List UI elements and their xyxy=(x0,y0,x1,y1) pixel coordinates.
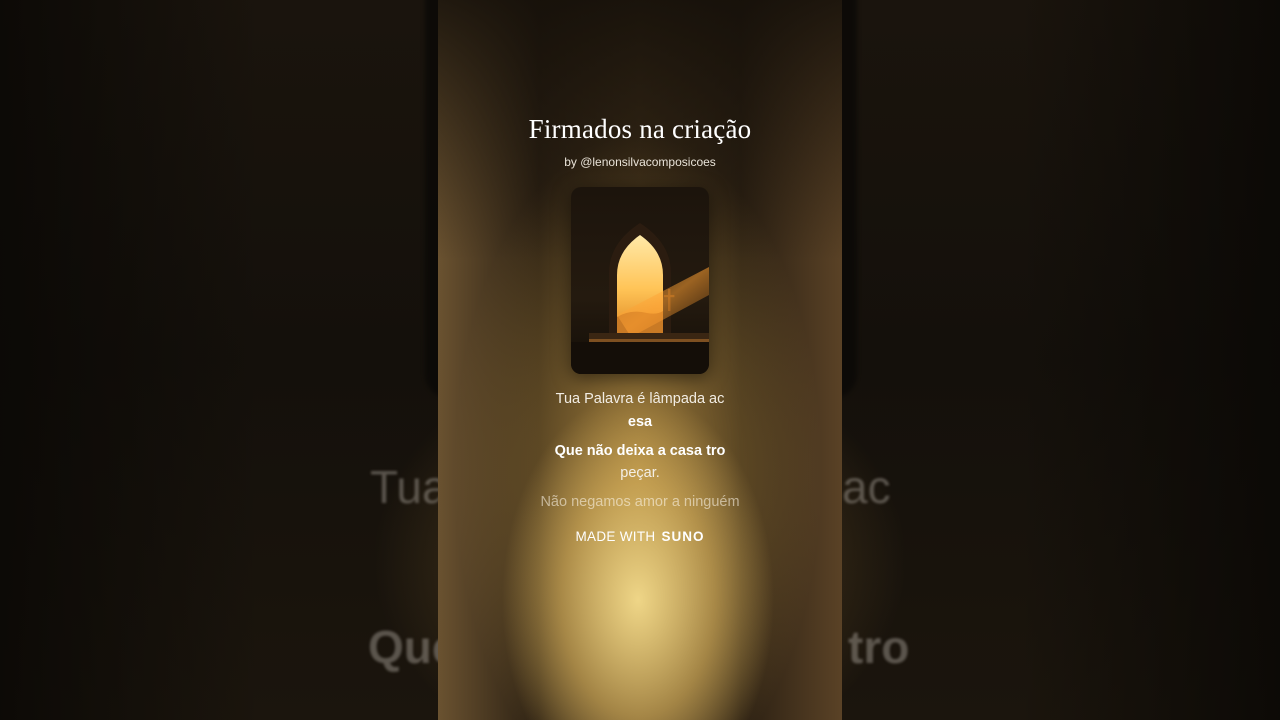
lyric-line: Tua Palavra é lâmpada ac xyxy=(555,391,725,407)
made-with-label: MADE WITH xyxy=(575,529,656,544)
suno-brand: SUNO xyxy=(661,529,705,544)
vertical-video-panel[interactable]: Firmados na criação by @lenonsilvacompos… xyxy=(438,0,842,720)
blurred-lyric-right-1: ac xyxy=(842,461,891,513)
lyric-line-active: Que não deixa a casa tro xyxy=(554,443,726,459)
video-frame: Tua ac Que tro Firmados na criação by @l… xyxy=(0,0,1280,720)
artwork-image xyxy=(571,223,709,374)
lyric-line: esa xyxy=(627,414,653,430)
lyric-line: peçar. xyxy=(620,465,660,481)
left-vignette xyxy=(0,0,260,720)
artist-byline: by @lenonsilvacomposicoes xyxy=(564,155,716,169)
church-window-cross-artwork xyxy=(571,187,709,374)
blurred-lyric-left-1: Tua xyxy=(370,461,448,513)
lyric-line-upcoming: Não negamos amor a ninguém xyxy=(540,494,740,510)
made-with-suno-watermark: MADE WITH SUNO xyxy=(438,529,842,544)
song-title: Firmados na criação xyxy=(528,114,752,144)
right-vignette xyxy=(1020,0,1280,720)
blurred-lyric-right-2: tro xyxy=(848,621,910,673)
